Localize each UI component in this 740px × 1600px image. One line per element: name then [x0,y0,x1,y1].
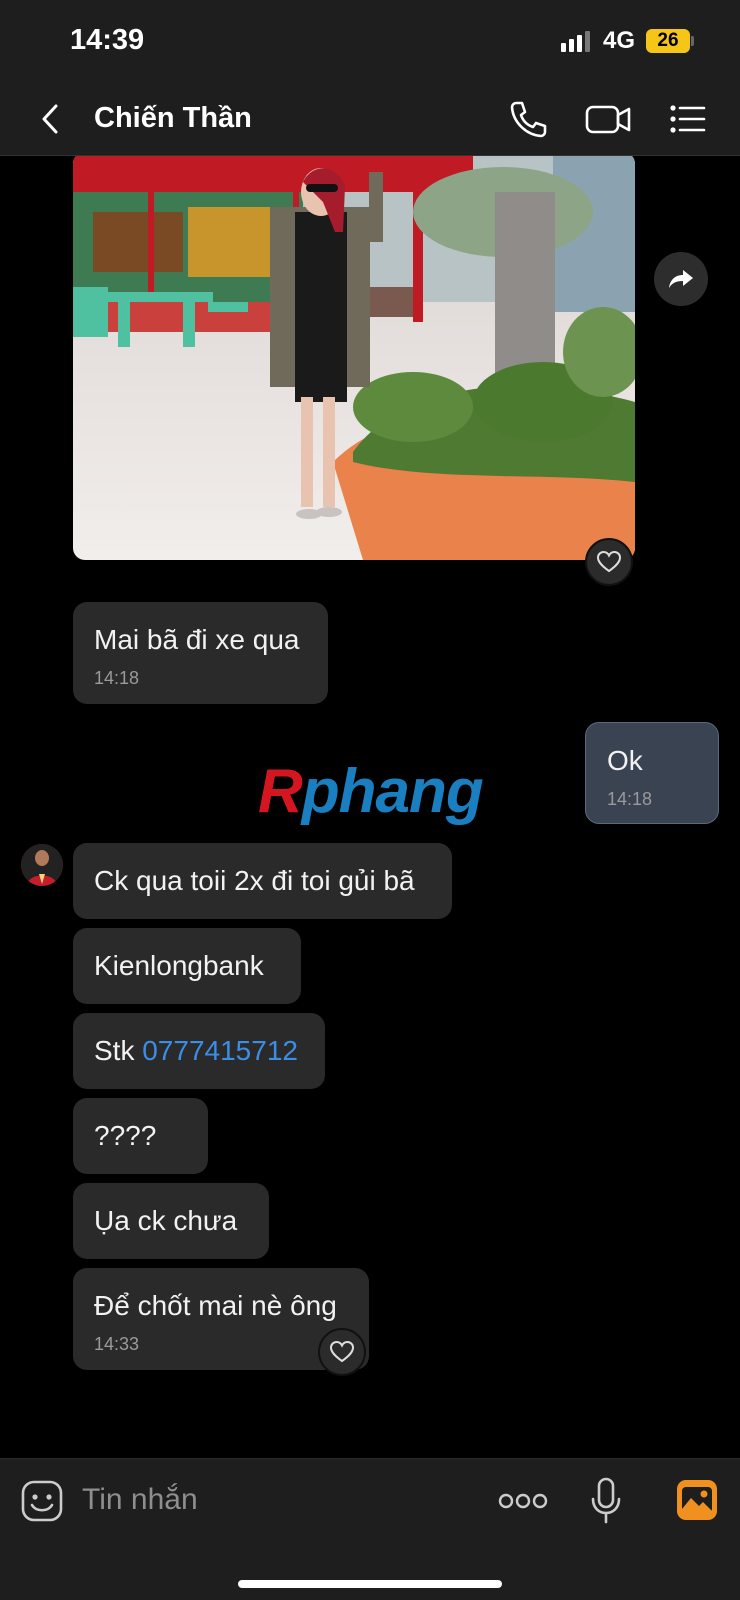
message-input[interactable]: Tin nhắn [82,1483,198,1517]
my-message-bubble[interactable]: Ok 14:18 [585,722,719,824]
video-camera-icon [585,105,631,134]
network-type: 4G [603,27,636,54]
image-icon [677,1480,717,1520]
message-bubble[interactable]: Ck qua toii 2x đi toi gủi bã [73,843,452,919]
signal-icon [561,31,590,52]
battery-icon: 26 [646,29,690,53]
phone-icon [510,101,547,138]
share-arrow-icon [669,270,693,288]
watermark-logo: Rphang [258,757,484,826]
chevron-left-icon [42,104,58,134]
message-bubble[interactable]: Ụa ck chưa [73,1183,269,1259]
chat-header: Chiến Thần [0,82,740,156]
contact-name[interactable]: Chiến Thần [94,102,252,135]
voice-call-button[interactable] [506,98,550,140]
message-bubble[interactable]: ???? [73,1098,208,1174]
message-text: Để chốt mai nè ông [94,1290,337,1321]
home-indicator[interactable] [238,1580,502,1588]
video-call-button[interactable] [584,98,634,140]
message-bubble[interactable]: Mai bã đi xe qua 14:18 [73,602,328,704]
message-time: 14:18 [607,789,653,809]
message-bubble[interactable]: Kienlongbank [73,928,301,1004]
chat-area[interactable]: Mai bã đi xe qua 14:18 Ok 14:18 Rphang C… [0,156,740,1458]
message-time: 14:18 [94,668,140,688]
avatar-image [21,844,63,886]
voice-message-button[interactable] [589,1477,623,1525]
photo-image [73,156,635,560]
message-text: Mai bã đi xe qua [94,624,300,655]
back-button[interactable] [34,100,70,138]
like-button[interactable] [318,1328,366,1376]
message-text: Stk 0777415712 [94,1035,298,1066]
message-input-bar: Tin nhắn [0,1458,740,1600]
like-button[interactable] [585,538,633,586]
message-text: Ok [607,745,643,776]
more-options-button[interactable] [498,1489,548,1513]
status-time: 14:39 [70,24,145,56]
menu-button[interactable] [666,98,710,140]
emoji-icon [21,1480,63,1522]
message-time: 14:33 [94,1334,140,1354]
message-bubble[interactable]: Stk 0777415712 [73,1013,325,1089]
status-bar: 14:39 4G 26 [0,0,740,82]
forward-button[interactable] [654,252,708,306]
microphone-icon [591,1477,621,1524]
heart-icon [596,550,622,573]
message-text: Ck qua toii 2x đi toi gủi bã [94,865,415,896]
avatar[interactable] [21,844,63,886]
message-text: Ụa ck chưa [94,1205,238,1236]
list-icon [670,105,706,133]
heart-icon [329,1340,355,1363]
message-text: Kienlongbank [94,950,264,981]
more-dots-icon [498,1493,548,1509]
photo-message[interactable] [73,156,635,560]
battery-cap [691,36,694,46]
gallery-button[interactable] [676,1479,718,1521]
sticker-button[interactable] [20,1479,64,1523]
message-text: ???? [94,1120,157,1151]
account-number-link[interactable]: 0777415712 [142,1035,298,1066]
